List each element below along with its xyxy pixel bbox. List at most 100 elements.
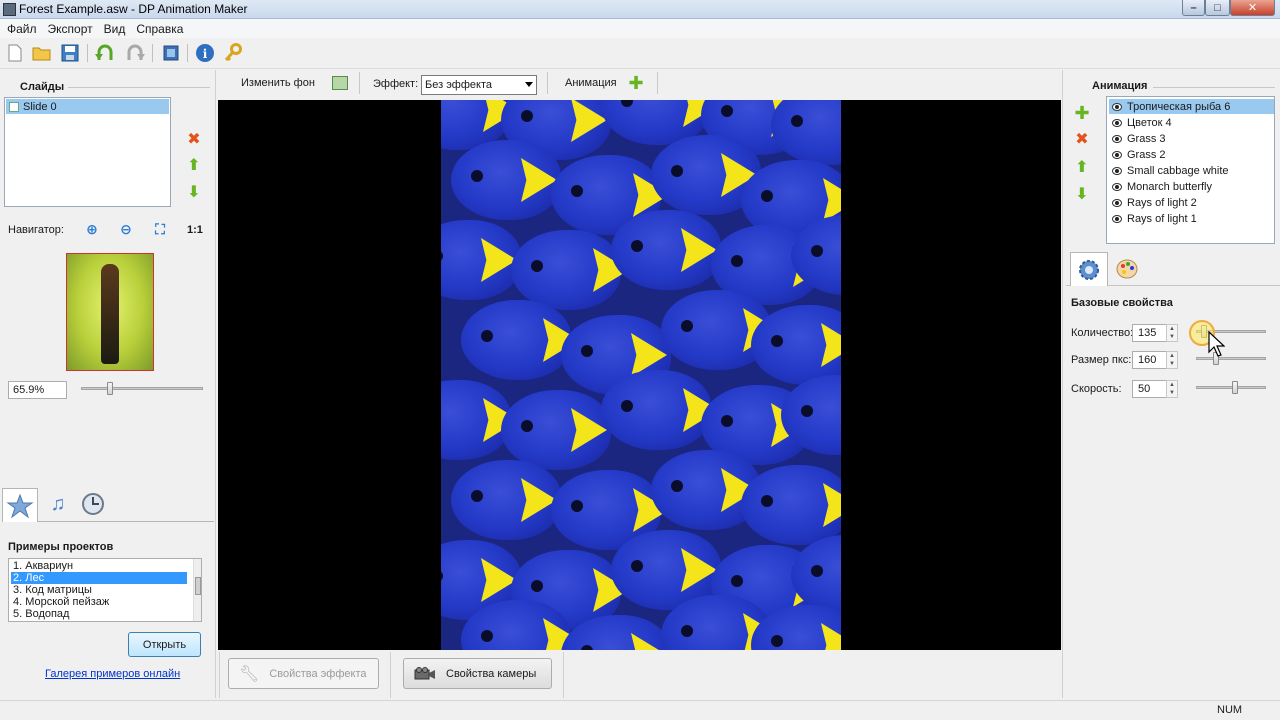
actual-size-button[interactable]: 1:1: [187, 224, 203, 236]
list-item[interactable]: Цветок 4: [1109, 115, 1274, 130]
list-item[interactable]: Slide 0: [6, 99, 169, 114]
list-item[interactable]: Small cabbage white: [1109, 163, 1274, 178]
effect-select[interactable]: Без эффекта: [421, 75, 537, 95]
tab-music[interactable]: ♫: [44, 490, 72, 518]
menu-view[interactable]: Вид: [104, 22, 126, 36]
stepper-up-icon[interactable]: ▲: [1167, 325, 1177, 333]
redo-icon[interactable]: [124, 42, 146, 64]
preview-canvas[interactable]: [218, 100, 1061, 650]
list-item[interactable]: 4. Морской пейзаж: [11, 596, 187, 608]
quantity-stepper[interactable]: ▲ ▼: [1166, 324, 1178, 342]
menu-help[interactable]: Справка: [136, 22, 183, 36]
maximize-button[interactable]: □: [1205, 0, 1230, 16]
list-item[interactable]: Rays of light 2: [1109, 195, 1274, 210]
list-item[interactable]: Rays of light 1: [1109, 211, 1274, 226]
close-button[interactable]: ✕: [1230, 0, 1275, 16]
zoom-slider[interactable]: [81, 387, 203, 390]
wrench-icon: 🔧︎: [239, 665, 260, 683]
list-item[interactable]: Monarch butterfly: [1109, 179, 1274, 194]
fish-eye: [441, 570, 443, 582]
slide-icon: [9, 101, 19, 112]
list-item[interactable]: 1. Аквариун: [11, 560, 187, 572]
add-animation-icon[interactable]: ✚: [627, 73, 645, 93]
zoom-out-icon[interactable]: ⊖: [117, 220, 135, 238]
tab-settings[interactable]: [1070, 252, 1108, 286]
camera-properties-button[interactable]: Свойства камеры: [403, 658, 552, 689]
key-icon[interactable]: [222, 42, 244, 64]
stepper-down-icon[interactable]: ▼: [1167, 389, 1177, 397]
film-icon[interactable]: [160, 42, 182, 64]
tab-examples[interactable]: [2, 488, 38, 522]
menu-export[interactable]: Экспорт: [48, 22, 93, 36]
open-folder-icon[interactable]: [31, 42, 53, 64]
speed-stepper[interactable]: ▲ ▼: [1166, 380, 1178, 398]
quantity-field[interactable]: 135: [1132, 324, 1167, 342]
effect-properties-button[interactable]: 🔧︎ Свойства эффекта: [228, 658, 379, 689]
tab-colors[interactable]: [1108, 252, 1146, 286]
fish-eye: [521, 420, 533, 432]
stepper-down-icon[interactable]: ▼: [1167, 333, 1177, 341]
fish-eye: [471, 490, 483, 502]
new-document-icon[interactable]: [4, 42, 26, 64]
move-down-icon[interactable]: ⬇: [185, 183, 203, 201]
list-item[interactable]: Тропическая рыба 6: [1109, 99, 1274, 114]
fish-eye: [681, 320, 693, 332]
visibility-eye-icon[interactable]: [1112, 166, 1122, 175]
stepper-up-icon[interactable]: ▲: [1167, 352, 1177, 360]
divider: [547, 72, 548, 94]
visibility-eye-icon[interactable]: [1112, 150, 1122, 159]
move-down-icon[interactable]: ⬇: [1073, 185, 1091, 203]
size-field[interactable]: 160: [1132, 351, 1167, 369]
visibility-eye-icon[interactable]: [1112, 182, 1122, 191]
speed-slider-thumb[interactable]: [1231, 381, 1238, 394]
speed-field[interactable]: 50: [1132, 380, 1167, 398]
fish-eye: [671, 480, 683, 492]
delete-icon[interactable]: ✖: [1073, 130, 1091, 148]
scrollbar-thumb[interactable]: [195, 577, 201, 595]
visibility-eye-icon[interactable]: [1112, 134, 1122, 143]
change-background-button[interactable]: Изменить фон: [241, 77, 315, 89]
animation-list[interactable]: Тропическая рыба 6 Цветок 4 Grass 3 Gras…: [1106, 96, 1275, 244]
menu-bar: Файл Экспорт Вид Справка: [0, 19, 1280, 38]
move-up-icon[interactable]: ⬆: [1073, 158, 1091, 176]
base-properties-title: Базовые свойства: [1071, 297, 1173, 309]
zoom-field[interactable]: 65.9%: [8, 381, 67, 399]
list-item[interactable]: 3. Код матрицы: [11, 584, 187, 596]
stepper-down-icon[interactable]: ▼: [1167, 360, 1177, 368]
menu-file[interactable]: Файл: [7, 22, 37, 36]
fish-eye: [771, 335, 783, 347]
save-icon[interactable]: [59, 42, 81, 64]
add-icon[interactable]: ✚: [1073, 103, 1091, 123]
visibility-eye-icon[interactable]: [1112, 214, 1122, 223]
move-up-icon[interactable]: ⬆: [185, 156, 203, 174]
list-item[interactable]: 2. Лес: [11, 572, 187, 584]
delete-slide-icon[interactable]: ✖: [185, 130, 203, 148]
info-icon[interactable]: i: [194, 42, 216, 64]
zoom-slider-thumb[interactable]: [107, 382, 114, 395]
undo-icon[interactable]: [94, 42, 116, 64]
gallery-link[interactable]: Галерея примеров онлайн: [45, 668, 180, 680]
minimize-button[interactable]: –: [1182, 0, 1205, 16]
open-button[interactable]: Открыть: [128, 632, 201, 657]
fit-to-window-icon[interactable]: ⛶: [151, 220, 169, 238]
scrollbar[interactable]: [193, 559, 201, 621]
properties-tabs: [1066, 250, 1280, 286]
list-item[interactable]: Grass 3: [1109, 131, 1274, 146]
examples-list[interactable]: 1. Аквариун 2. Лес 3. Код матрицы 4. Мор…: [8, 558, 202, 622]
mouse-pointer-icon: [1208, 330, 1225, 357]
visibility-eye-icon[interactable]: [1112, 118, 1122, 127]
fish-eye: [801, 405, 813, 417]
zoom-in-icon[interactable]: ⊕: [83, 220, 101, 238]
slides-list[interactable]: Slide 0: [4, 97, 171, 207]
fish-eye: [621, 100, 633, 107]
visibility-eye-icon[interactable]: [1112, 102, 1122, 111]
tab-timing[interactable]: [79, 490, 107, 518]
background-image-icon[interactable]: [332, 76, 348, 90]
size-stepper[interactable]: ▲ ▼: [1166, 351, 1178, 369]
stepper-up-icon[interactable]: ▲: [1167, 381, 1177, 389]
visibility-eye-icon[interactable]: [1112, 198, 1122, 207]
list-item[interactable]: Grass 2: [1109, 147, 1274, 162]
list-item[interactable]: 5. Водопад: [11, 608, 187, 620]
navigator-thumbnail[interactable]: [66, 253, 154, 371]
fish-eye: [571, 185, 583, 197]
